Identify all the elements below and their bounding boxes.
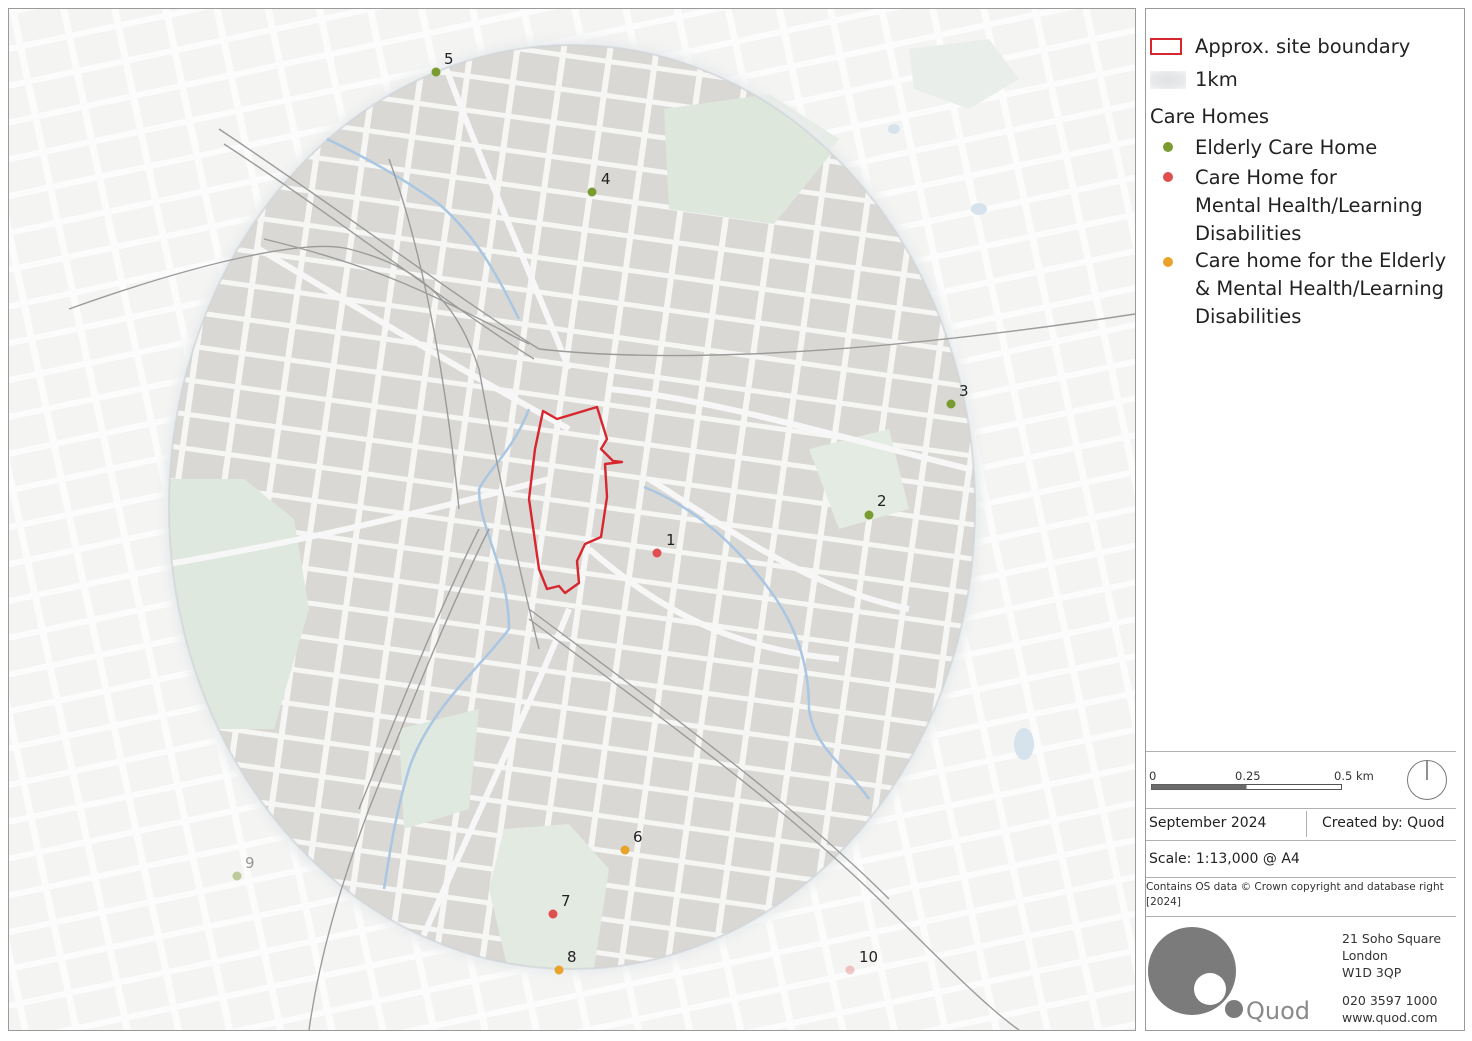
svg-text:7: 7	[561, 892, 571, 910]
divider	[1146, 840, 1456, 841]
elderly-care-home-dot	[1163, 142, 1173, 152]
legend-elderly-label: Elderly Care Home	[1195, 136, 1378, 159]
legend-mental-health-label-line1: Care Home for	[1195, 166, 1337, 189]
copyright-line1: Contains OS data © Crown copyright and d…	[1146, 881, 1444, 893]
svg-text:9: 9	[245, 854, 255, 872]
created-by: Created by: Quod	[1322, 815, 1445, 831]
legend-site-boundary-label: Approx. site boundary	[1195, 35, 1411, 58]
divider	[1146, 916, 1456, 917]
logo-wordmark: Quod	[1246, 997, 1311, 1025]
copyright-line2: [2024]	[1146, 896, 1181, 908]
map-canvas: 1 2 3 4 5 6 7 8 9 10	[9, 9, 1135, 1030]
divider	[1146, 808, 1456, 809]
legend-combined-label-line1: Care home for the Elderly	[1195, 249, 1447, 272]
scalebar	[1151, 784, 1342, 790]
site-boundary-swatch	[1150, 38, 1182, 55]
divider	[1146, 751, 1456, 752]
legend-combined-label-line2: & Mental Health/Learning	[1195, 277, 1445, 300]
svg-text:4: 4	[601, 170, 611, 188]
legend-mental-health-label-line2: Mental Health/Learning	[1195, 194, 1423, 217]
divider	[1146, 877, 1456, 878]
elderly-mental-health-care-home-dot	[1163, 257, 1173, 267]
map-date: September 2024	[1149, 815, 1267, 831]
north-arrow-icon	[1407, 760, 1447, 800]
legend-combined-label-line3: Disabilities	[1195, 305, 1302, 328]
legend-group-title: Care Homes	[1150, 105, 1270, 128]
svg-text:3: 3	[959, 382, 969, 400]
phone-number: 020 3597 1000	[1342, 993, 1438, 1008]
legend-mental-health-label-line3: Disabilities	[1195, 222, 1302, 245]
svg-text:6: 6	[633, 828, 643, 846]
address-line2: London	[1342, 948, 1388, 963]
legend-buffer-label: 1km	[1195, 68, 1238, 91]
address-line1: 21 Soho Square	[1342, 931, 1442, 946]
address-line3: W1D 3QP	[1342, 965, 1402, 980]
svg-text:10: 10	[859, 948, 878, 966]
map-scale: Scale: 1:13,000 @ A4	[1149, 851, 1300, 867]
scalebar-tick-1: 0.25	[1235, 769, 1261, 783]
scalebar-tick-2: 0.5 km	[1334, 769, 1374, 783]
buffer-swatch	[1150, 71, 1186, 89]
svg-text:8: 8	[567, 948, 577, 966]
map-frame: 1 2 3 4 5 6 7 8 9 10	[8, 8, 1136, 1031]
svg-text:1: 1	[666, 531, 676, 549]
svg-text:2: 2	[877, 492, 887, 510]
mental-health-care-home-dot	[1163, 172, 1173, 182]
legend-panel: Approx. site boundary 1km Care Homes Eld…	[1145, 8, 1465, 1031]
divider-vertical	[1306, 811, 1307, 837]
scalebar-tick-0: 0	[1149, 769, 1157, 783]
website-link[interactable]: www.quod.com	[1342, 1009, 1438, 1026]
svg-text:5: 5	[444, 50, 454, 68]
